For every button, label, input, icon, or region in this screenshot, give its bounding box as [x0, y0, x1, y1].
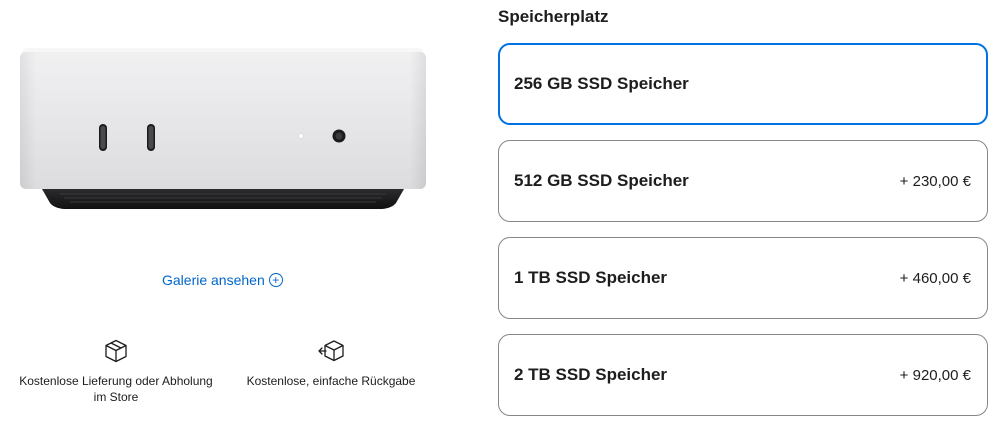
storage-section-title: Speicherplatz	[498, 7, 609, 26]
storage-option-256gb[interactable]: 256 GB SSD Speicher	[498, 43, 988, 125]
storage-option-label: 512 GB SSD Speicher	[514, 171, 689, 190]
storage-option-512gb[interactable]: 512 GB SSD Speicher + 230,00 €	[498, 140, 988, 222]
mac-mini-illustration	[20, 48, 426, 209]
benefit-free-return: Kostenlose, einfache Rückgabe	[236, 337, 426, 389]
benefit-text-line2: im Store	[93, 390, 139, 404]
storage-option-label: 256 GB SSD Speicher	[514, 74, 689, 93]
benefit-free-delivery: Kostenlose Lieferung oder Abholung im St…	[5, 337, 227, 405]
benefit-text-line1: Kostenlose, einfache Rückgabe	[246, 374, 416, 388]
product-image[interactable]	[20, 48, 426, 211]
gallery-link[interactable]: Galerie ansehen +	[162, 272, 283, 288]
box-icon	[105, 339, 127, 363]
page: Galerie ansehen + Kostenlose Lieferung o…	[0, 0, 997, 422]
storage-option-label: 2 TB SSD Speicher	[514, 365, 668, 384]
return-box-icon	[318, 340, 344, 362]
storage-option-price: + 230,00 €	[899, 172, 971, 190]
benefit-text-line1: Kostenlose Lieferung oder Abholung	[19, 374, 213, 388]
storage-option-price: + 460,00 €	[899, 269, 971, 287]
storage-option-1tb[interactable]: 1 TB SSD Speicher + 460,00 €	[498, 237, 988, 319]
gallery-link-label: Galerie ansehen	[162, 272, 265, 288]
storage-option-2tb[interactable]: 2 TB SSD Speicher + 920,00 €	[498, 334, 988, 416]
storage-option-price: + 920,00 €	[899, 366, 971, 384]
storage-option-label: 1 TB SSD Speicher	[514, 268, 668, 287]
plus-circle-icon: +	[268, 273, 283, 287]
